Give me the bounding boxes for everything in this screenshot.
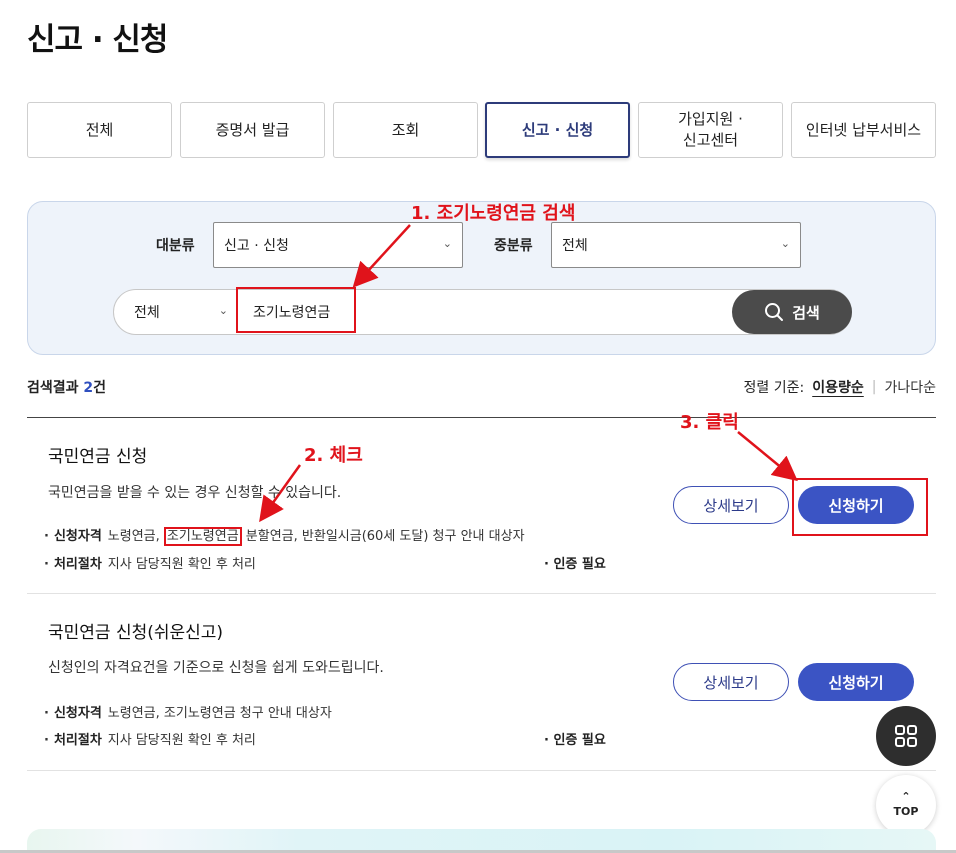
auth-required-label: 인증 필요 [553,557,606,572]
item-title: 국민연금 신청 [48,447,148,467]
item-title: 국민연금 신청(쉬운신고) [48,623,224,643]
qualification-value: 노령연금, 조기노령연금 청구 안내 대상자 [107,706,332,721]
grid-icon [895,725,917,747]
procedure-value: 지사 담당직원 확인 후 처리 [107,733,256,748]
bullet-icon: · [44,557,49,572]
bullet-icon: · [44,706,49,721]
sort-label: 정렬 기준: [743,380,805,396]
item-qualification: · 신청자격 노령연금, 조기노령연금 분할연금, 반환일시금(60세 도달) 청구… [44,525,525,546]
result-count-unit: 건 [93,380,107,396]
apply-highlight-box [792,478,928,536]
detail-button[interactable]: 상세보기 [673,663,789,701]
qualification-highlight: 조기노령연금 [163,527,242,546]
item-description: 국민연금을 받을 수 있는 경우 신청할 수 있습니다. [48,485,342,501]
qualification-label: 신청자격 [53,529,102,544]
quick-menu-button[interactable] [876,706,936,766]
qualification-label: 신청자격 [53,706,102,721]
result-item: 국민연금 신청(쉬운신고) 신청인의 자격요건을 기준으로 신청을 쉽게 도와드… [27,594,936,771]
scroll-top-label: TOP [893,805,919,818]
arrow-step1 [352,224,411,288]
auth-required: · 인증 필요 [544,557,606,572]
auth-required: · 인증 필요 [544,733,606,748]
item-description: 신청인의 자격요건을 기준으로 신청을 쉽게 도와드립니다. [48,660,384,676]
caret-up-icon: ⌃ [901,790,911,803]
detail-button[interactable]: 상세보기 [673,486,789,524]
qualification-value-post: 분할연금, 반환일시금(60세 도달) 청구 안내 대상자 [241,529,525,544]
sort-options: 정렬 기준: 이용량순 | 가나다순 [744,377,936,397]
item-procedure: · 처리절차 지사 담당직원 확인 후 처리 [44,729,256,748]
auth-required-label: 인증 필요 [553,733,606,748]
item-divider [27,770,936,771]
result-count-number: 2 [83,380,94,396]
scroll-top-button[interactable]: ⌃ TOP [876,775,936,835]
apply-button[interactable]: 신청하기 [798,663,914,701]
item-qualification: · 신청자격 노령연금, 조기노령연금 청구 안내 대상자 [44,702,332,721]
sort-by-alphabet[interactable]: 가나다순 [884,377,936,397]
result-count: 검색결과 2건 [27,377,106,397]
qualification-value-pre: 노령연금, [107,529,164,544]
result-count-label: 검색결과 [27,380,79,396]
bullet-icon: · [44,733,49,748]
bullet-icon: · [44,529,49,544]
item-procedure: · 처리절차 지사 담당직원 확인 후 처리 [44,553,256,572]
procedure-value: 지사 담당직원 확인 후 처리 [107,557,256,572]
sort-by-usage[interactable]: 이용량순 [812,377,864,397]
procedure-label: 처리절차 [53,557,102,572]
sort-separator: | [871,379,877,395]
procedure-label: 처리절차 [53,733,102,748]
